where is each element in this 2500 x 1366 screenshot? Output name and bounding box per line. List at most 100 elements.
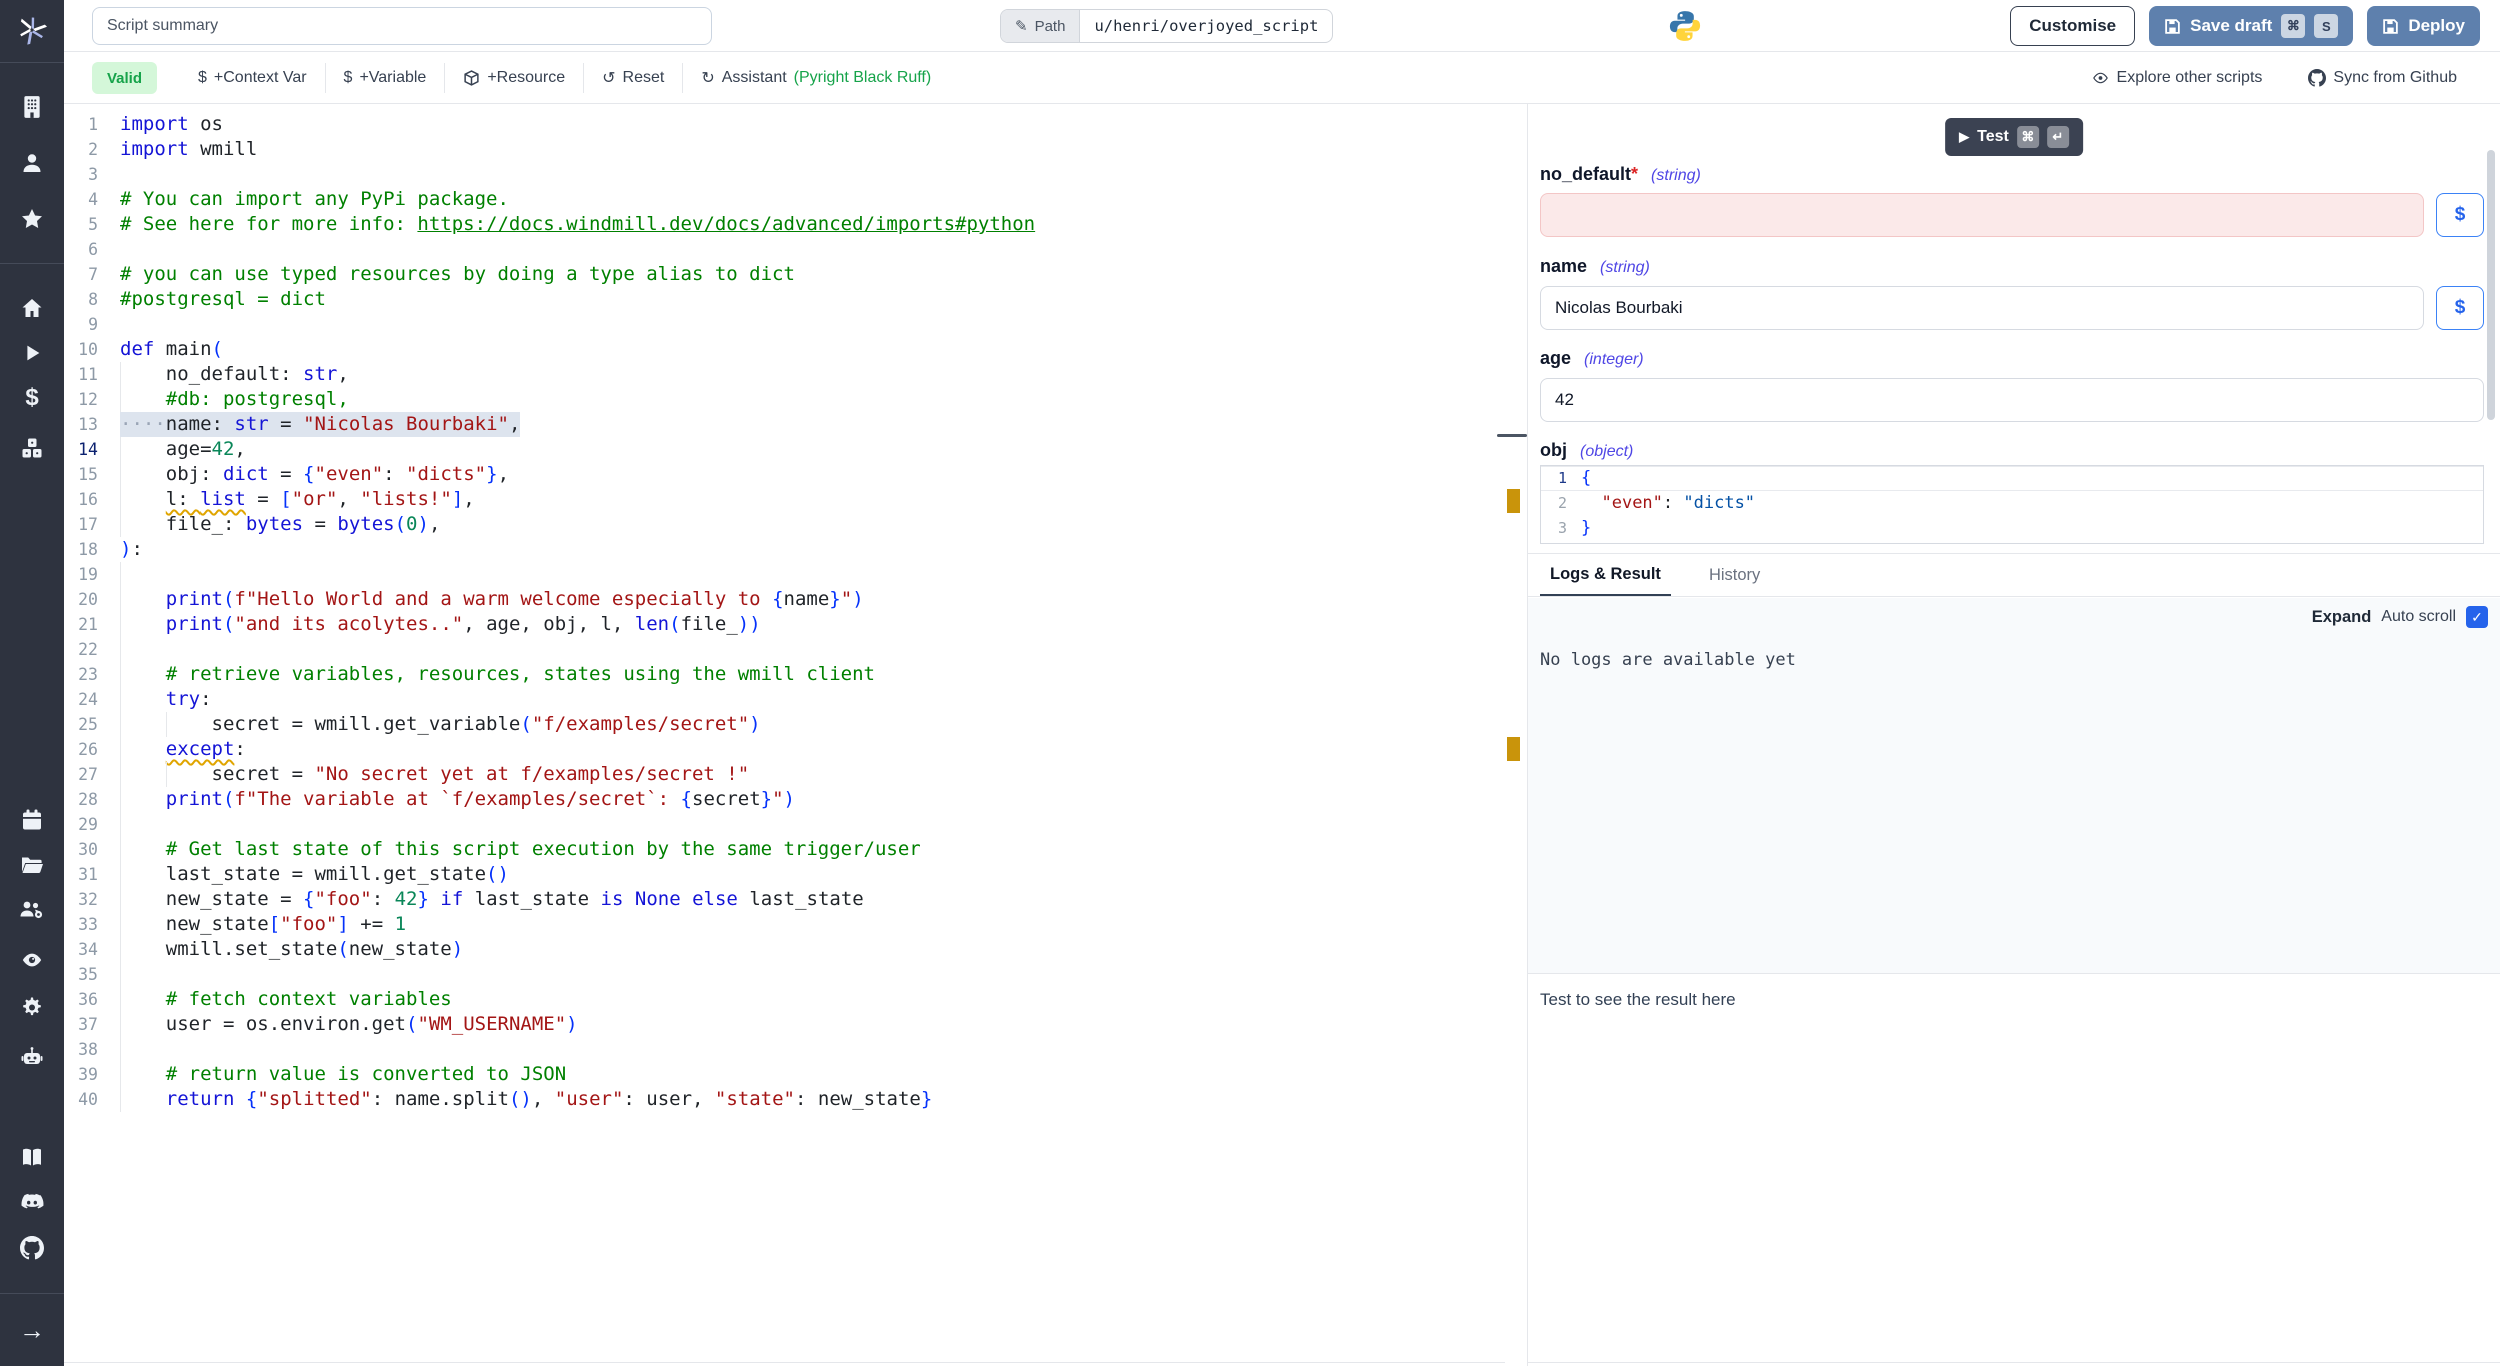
expand-sidebar-arrow-icon[interactable]: → <box>0 1310 64 1350</box>
save-draft-button[interactable]: Save draft ⌘ S <box>2149 6 2353 46</box>
name-input[interactable] <box>1540 286 2424 330</box>
no-default-variable-picker-button[interactable]: $ <box>2436 193 2484 237</box>
code-line: 1import os <box>64 112 1505 137</box>
line-number: 35 <box>64 962 98 987</box>
code-line: 25 secret = wmill.get_variable("f/exampl… <box>64 712 1505 737</box>
line-number: 21 <box>64 612 98 637</box>
folders-icon[interactable] <box>0 845 64 885</box>
field-label-name: name (string) <box>1540 256 1650 277</box>
add-resource-button[interactable]: +Resource <box>445 69 583 87</box>
line-number: 18 <box>64 537 98 562</box>
line-number: 16 <box>64 487 98 512</box>
groups-users-gear-icon[interactable] <box>0 890 64 930</box>
code-line: 37 user = os.environ.get("WM_USERNAME") <box>64 1012 1505 1037</box>
code-line: 21 print("and its acolytes..", age, obj,… <box>64 612 1505 637</box>
workspace-building-icon[interactable] <box>0 87 64 127</box>
obj-json-editor[interactable]: 1{2 "even": "dicts"3} <box>1540 465 2484 544</box>
code-line: 26 except: <box>64 737 1505 762</box>
line-number: 27 <box>64 762 98 787</box>
overview-ruler-marker <box>1507 737 1520 761</box>
field-label-no-default: no_default* (string) <box>1540 164 1701 185</box>
assistant-button[interactable]: ↻ Assistant (Pyright Black Ruff) <box>683 68 949 88</box>
audit-eye-icon[interactable] <box>0 940 64 980</box>
add-context-var-button[interactable]: $ +Context Var <box>180 69 325 87</box>
lint-status-badge: Valid <box>92 62 157 94</box>
topbar: ✎ Path u/henri/overjoyed_script Customis… <box>64 0 2500 52</box>
line-number: 34 <box>64 937 98 962</box>
reset-button[interactable]: ↺ Reset <box>584 68 682 88</box>
code-line: 1{ <box>1541 466 2483 491</box>
user-icon[interactable] <box>0 143 64 183</box>
result-tabs: Logs & Result History <box>1528 553 2500 597</box>
line-number: 3 <box>64 162 98 187</box>
explore-other-scripts-button[interactable]: Explore other scripts <box>2091 69 2263 87</box>
save-icon <box>2382 18 2399 35</box>
autoscroll-label: Auto scroll <box>2381 608 2456 626</box>
code-line: 3} <box>1541 516 2483 541</box>
code-editor[interactable]: 1import os2import wmill34# You can impor… <box>64 104 1505 1366</box>
code-line: 8#postgresql = dict <box>64 287 1505 312</box>
tab-logs-result[interactable]: Logs & Result <box>1540 554 1671 596</box>
code-line: 19 <box>64 562 1505 587</box>
tab-history[interactable]: History <box>1699 554 1770 596</box>
check-icon: ✓ <box>2471 609 2483 626</box>
script-summary-input[interactable] <box>92 7 712 45</box>
line-number: 23 <box>64 662 98 687</box>
code-line: 9 <box>64 312 1505 337</box>
line-number: 29 <box>64 812 98 837</box>
code-line: 18): <box>64 537 1505 562</box>
kbd-enter: ↵ <box>2047 126 2069 148</box>
code-line: 32 new_state = {"foo": 42} if last_state… <box>64 887 1505 912</box>
eye-icon <box>2091 70 2110 86</box>
runs-play-icon[interactable] <box>0 333 64 373</box>
kbd-cmd: ⌘ <box>2017 126 2039 148</box>
favorites-star-icon[interactable] <box>0 199 64 239</box>
autoscroll-checkbox[interactable]: ✓ <box>2466 606 2488 628</box>
github-icon[interactable] <box>0 1228 64 1268</box>
editor-toolbar: Valid $ +Context Var $ +Variable +Resour… <box>64 52 2500 104</box>
schedules-calendar-icon[interactable] <box>0 800 64 840</box>
line-number: 33 <box>64 912 98 937</box>
sidebar-divider <box>0 263 64 264</box>
test-button[interactable]: ▶ Test ⌘ ↵ <box>1945 118 2083 156</box>
age-input[interactable] <box>1540 378 2484 422</box>
docs-book-icon[interactable] <box>0 1138 64 1178</box>
code-line: 24 try: <box>64 687 1505 712</box>
settings-gear-icon[interactable] <box>0 988 64 1028</box>
code-line: 40 return {"splitted": name.split(), "us… <box>64 1087 1505 1112</box>
home-icon[interactable] <box>0 288 64 328</box>
code-line: 6 <box>64 237 1505 262</box>
path-label: Path <box>1035 18 1066 35</box>
sync-from-github-button[interactable]: Sync from Github <box>2308 69 2457 87</box>
code-line: 35 <box>64 962 1505 987</box>
line-number: 17 <box>64 512 98 537</box>
splitter-drag-handle[interactable] <box>1497 434 1527 437</box>
panel-scrollbar-thumb[interactable] <box>2487 150 2495 420</box>
code-line: 28 print(f"The variable at `f/examples/s… <box>64 787 1505 812</box>
deploy-button[interactable]: Deploy <box>2367 6 2480 46</box>
resources-cubes-icon[interactable] <box>0 428 64 468</box>
line-number: 10 <box>64 337 98 362</box>
variables-dollar-icon[interactable]: $ <box>0 378 64 418</box>
line-number: 26 <box>64 737 98 762</box>
no-default-input[interactable] <box>1540 193 2424 237</box>
line-number: 4 <box>64 187 98 212</box>
line-number: 40 <box>64 1087 98 1112</box>
line-number: 24 <box>64 687 98 712</box>
discord-icon[interactable] <box>0 1183 64 1223</box>
code-line: 14 age=42, <box>64 437 1505 462</box>
result-pane: Test to see the result here <box>1528 973 2500 1366</box>
path-chip[interactable]: ✎ Path u/henri/overjoyed_script <box>1000 9 1333 43</box>
expand-logs-button[interactable]: Expand <box>2312 608 2372 627</box>
line-number: 31 <box>64 862 98 887</box>
add-variable-button[interactable]: $ +Variable <box>326 69 445 87</box>
code-line: 23 # retrieve variables, resources, stat… <box>64 662 1505 687</box>
code-line: 2 "even": "dicts" <box>1541 491 2483 516</box>
name-variable-picker-button[interactable]: $ <box>2436 286 2484 330</box>
code-line: 33 new_state["foo"] += 1 <box>64 912 1505 937</box>
line-number: 1 <box>64 112 98 137</box>
workers-robot-icon[interactable] <box>0 1037 64 1077</box>
code-line: 17 file_: bytes = bytes(0), <box>64 512 1505 537</box>
windmill-logo-icon[interactable] <box>0 10 64 50</box>
customise-button[interactable]: Customise <box>2010 6 2135 46</box>
